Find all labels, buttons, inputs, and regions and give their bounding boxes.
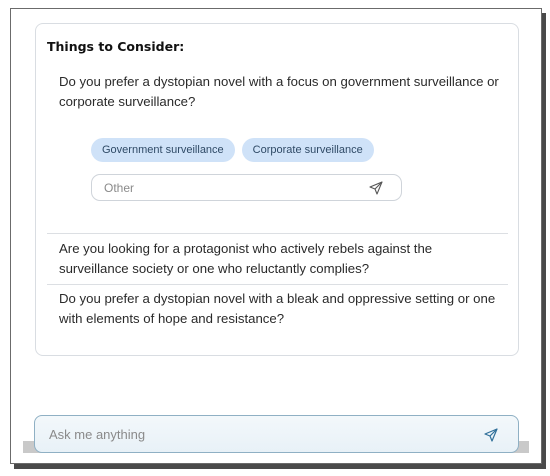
chat-window: Things to Consider: Do you prefer a dyst…	[10, 8, 542, 464]
question-surveillance-type: Do you prefer a dystopian novel with a f…	[59, 74, 499, 109]
suggestion-chips: Government surveillance Corporate survei…	[91, 138, 374, 162]
chip-corporate-surveillance[interactable]: Corporate surveillance	[241, 138, 374, 162]
divider	[47, 284, 508, 285]
card-title: Things to Consider:	[47, 39, 185, 54]
ask-input[interactable]	[49, 427, 449, 442]
other-answer-field	[91, 174, 402, 201]
send-icon[interactable]	[483, 427, 499, 443]
send-icon[interactable]	[368, 180, 384, 196]
chip-government-surveillance[interactable]: Government surveillance	[91, 138, 235, 162]
things-to-consider-card: Things to Consider: Do you prefer a dyst…	[35, 23, 519, 356]
ask-composer	[34, 415, 519, 453]
divider	[47, 233, 508, 234]
question-setting[interactable]: Do you prefer a dystopian novel with a b…	[59, 289, 499, 329]
other-input[interactable]	[104, 181, 354, 195]
question-protagonist[interactable]: Are you looking for a protagonist who ac…	[59, 239, 499, 279]
